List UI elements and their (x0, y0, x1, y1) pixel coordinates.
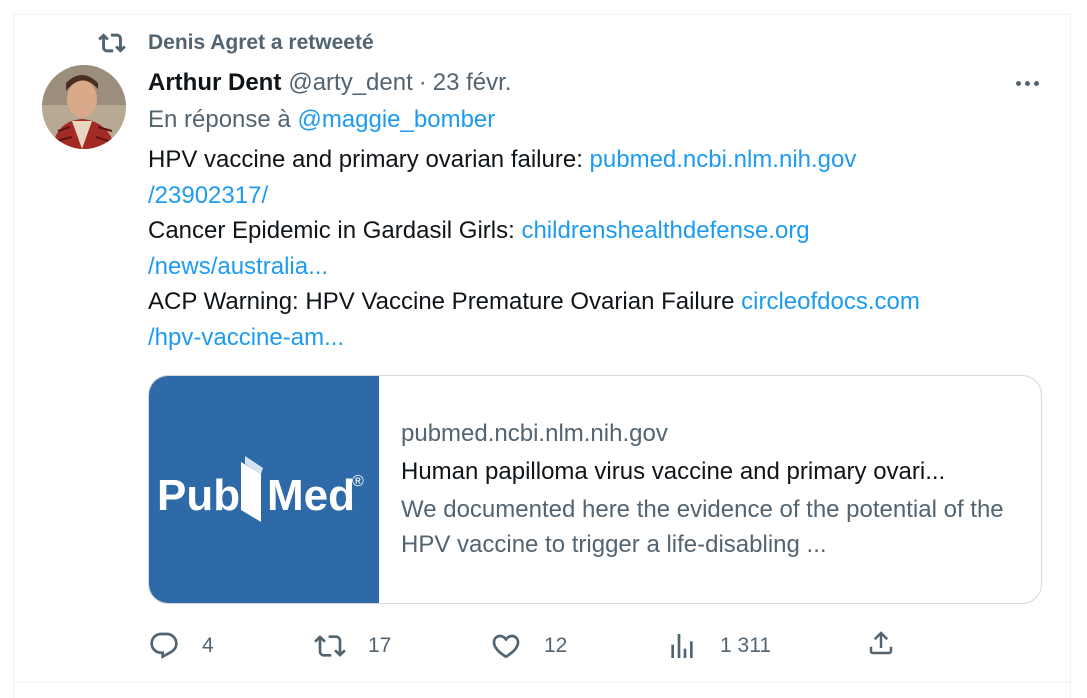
tweet-line: HPV vaccine and primary ovarian failure:… (148, 142, 1028, 178)
like-button[interactable]: 12 (490, 624, 567, 668)
tweet-line: /hpv-vaccine-am... (148, 320, 1028, 356)
reply-icon (150, 632, 178, 659)
tweet-line-text: ACP Warning: HPV Vaccine Premature Ovari… (148, 288, 742, 315)
tweet-link[interactable]: /hpv-vaccine-am... (148, 324, 344, 351)
tweet-link[interactable]: /news/australia... (148, 253, 328, 280)
tweet-link[interactable]: /23902317/ (148, 182, 268, 209)
card-text: pubmed.ncbi.nlm.nih.gov Human papilloma … (401, 416, 1021, 562)
retweet-context: Denis Agret a retweeté (98, 30, 374, 56)
author-handle[interactable]: @arty_dent (288, 69, 412, 97)
retweet-icon (314, 635, 346, 657)
like-count: 12 (544, 634, 568, 657)
divider (13, 682, 1071, 683)
views-chart-icon (671, 634, 693, 658)
reply-context: En réponse à @maggie_bomber (148, 106, 495, 134)
tweet-line: /23902317/ (148, 178, 1028, 214)
logo-registered: ® (352, 473, 364, 490)
tweet-line: Cancer Epidemic in Gardasil Girls: child… (148, 213, 1028, 249)
card-domain: pubmed.ncbi.nlm.nih.gov (401, 420, 668, 447)
author-display-name[interactable]: Arthur Dent (148, 69, 281, 97)
reply-mention-link[interactable]: @maggie_bomber (297, 106, 495, 133)
more-dot-icon (1015, 80, 1021, 86)
avatar[interactable] (42, 65, 126, 149)
tweet-date[interactable]: 23 févr. (433, 69, 512, 97)
tweet-line: ACP Warning: HPV Vaccine Premature Ovari… (148, 284, 1028, 320)
tweet-line: /news/australia... (148, 249, 1028, 285)
link-preview-card[interactable]: Pub Med ® pubmed.ncbi.nlm.nih.gov Human … (148, 375, 1042, 604)
more-dot-icon (1024, 80, 1030, 86)
retweet-count: 17 (368, 634, 392, 657)
logo-pub: Pub (157, 471, 240, 520)
retweet-button[interactable]: 17 (314, 624, 391, 668)
more-dot-icon (1033, 80, 1039, 86)
tweet-line-text: HPV vaccine and primary ovarian failure: (148, 146, 590, 173)
tweet-link[interactable]: circleofdocs.com (741, 288, 920, 315)
reply-prefix: En réponse à (148, 106, 291, 133)
logo-med: Med (267, 471, 355, 520)
pubmed-logo-icon: Pub Med ® (157, 456, 364, 522)
tweet-link[interactable]: pubmed.ncbi.nlm.nih.gov (590, 146, 857, 173)
views-count: 1 311 (720, 634, 771, 657)
views-button[interactable]: 1 311 (666, 624, 771, 668)
pubmed-logo: Pub Med ® (149, 376, 379, 603)
header-separator: · (418, 69, 427, 96)
avatar-image (42, 65, 126, 149)
retweet-label[interactable]: Denis Agret a retweeté (148, 31, 374, 55)
reply-count: 4 (202, 634, 214, 657)
reply-button[interactable]: 4 (148, 624, 214, 668)
tweet-link[interactable]: childrenshealthdefense.org (521, 217, 809, 244)
share-icon (869, 631, 893, 655)
heart-icon (492, 634, 520, 659)
more-options-button[interactable] (1010, 72, 1044, 94)
share-button[interactable] (866, 628, 896, 663)
card-description: We documented here the evidence of the p… (401, 496, 1004, 558)
retweet-icon (98, 33, 126, 53)
card-title: Human papilloma virus vaccine and primar… (401, 458, 946, 485)
tweet-line-text: Cancer Epidemic in Gardasil Girls: (148, 217, 522, 244)
tweet-header: Arthur Dent @arty_dent · 23 févr. (148, 68, 511, 98)
tweet-actions: 4 17 12 1 311 (148, 624, 908, 668)
tweet-text: HPV vaccine and primary ovarian failure:… (148, 142, 1028, 355)
